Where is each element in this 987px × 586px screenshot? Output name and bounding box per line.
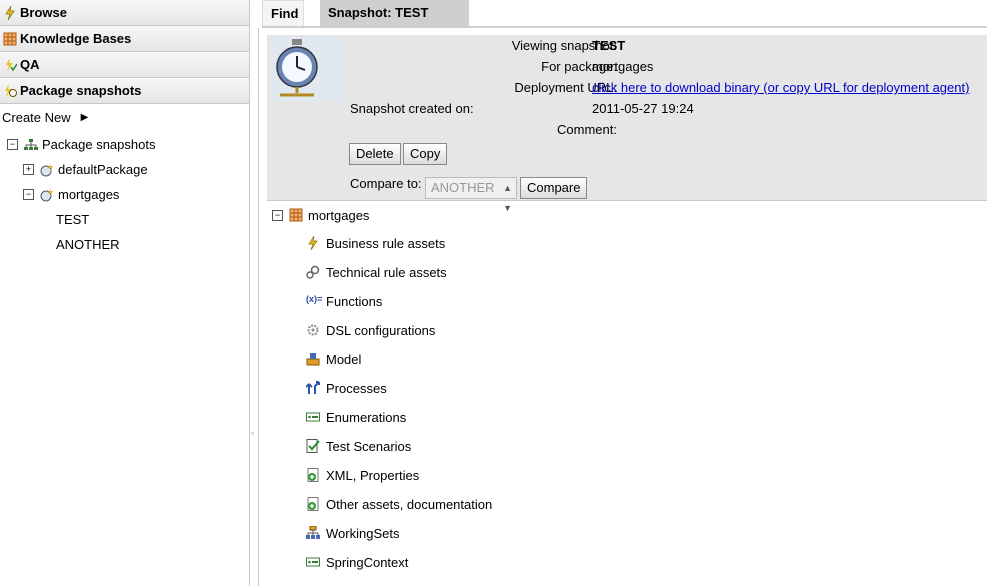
asset-label: DSL configurations [326, 322, 436, 338]
snapshot-icon [5, 83, 17, 97]
compare-select[interactable]: ANOTHER ▲ ▼ [425, 177, 517, 213]
tree-snapshot-label: ANOTHER [56, 237, 120, 252]
nav-package-snapshots-label: Package snapshots [20, 83, 142, 98]
process-icon [306, 381, 320, 394]
tab-bar: Find Snapshot: TEST [262, 0, 987, 28]
snapshot-tree: − Package snapshots + defaultPackage − m… [0, 132, 249, 257]
tree-package-mortgages[interactable]: − mortgages [0, 182, 249, 207]
created-on-label: Snapshot created on: [350, 101, 474, 116]
viewing-snapshot-value: TEST [592, 38, 626, 53]
for-package-value: mortgages [592, 59, 654, 74]
lightning-icon [308, 236, 318, 250]
asset-workingsets[interactable]: WorkingSets [306, 523, 399, 543]
asset-test-scenarios[interactable]: Test Scenarios [306, 436, 411, 456]
asset-label: Functions [326, 293, 383, 309]
nav-knowledge-bases[interactable]: Knowledge Bases [0, 26, 249, 52]
select-arrows-icon: ▲ ▼ [503, 183, 512, 213]
stopwatch-icon [272, 37, 344, 101]
tab-find[interactable]: Find [262, 0, 304, 26]
tree-snapshot-test[interactable]: TEST [0, 207, 249, 232]
nav-browse-label: Browse [20, 5, 67, 20]
menu-arrow-icon: ▶ [80, 111, 89, 123]
tree-package-default-label: defaultPackage [58, 162, 148, 177]
copy-button[interactable]: Copy [403, 143, 448, 165]
deployment-url-label: Deployment URL: [514, 80, 617, 95]
enumeration-icon [306, 557, 320, 567]
lightning-icon [5, 5, 15, 20]
create-new-label: Create New [2, 109, 71, 125]
asset-label: WorkingSets [326, 525, 400, 541]
collapse-icon[interactable]: − [23, 189, 34, 200]
asset-functions[interactable]: (x)= Functions [306, 291, 382, 311]
expand-icon[interactable]: + [23, 164, 34, 175]
asset-label: Technical rule assets [326, 264, 447, 280]
asset-enumerations[interactable]: Enumerations [306, 407, 406, 427]
for-package-label: For package: [541, 59, 617, 74]
checklist-icon [306, 439, 320, 453]
asset-technical-rules[interactable]: Technical rule assets [306, 262, 447, 282]
tree-package-default[interactable]: + defaultPackage [0, 157, 249, 182]
tree-snapshot-label: TEST [56, 212, 90, 227]
snapshot-content: Viewing snapshot: TEST For package: mort… [258, 28, 987, 586]
hierarchy-icon [306, 526, 320, 539]
asset-model[interactable]: Model [306, 349, 361, 369]
nav-package-snapshots[interactable]: Package snapshots [0, 78, 249, 104]
delete-button[interactable]: Delete [349, 143, 401, 165]
model-icon [306, 353, 320, 366]
splitter-handle-icon: ◦ [251, 428, 255, 438]
collapse-icon[interactable]: − [7, 139, 18, 150]
asset-package-label: mortgages [308, 207, 370, 223]
asset-label: Business rule assets [326, 235, 446, 251]
viewing-snapshot-label: Viewing snapshot: [511, 38, 617, 53]
asset-label: Model [326, 351, 362, 367]
qa-icon [6, 57, 17, 71]
asset-label: Processes [326, 380, 387, 396]
nav-qa[interactable]: QA [0, 52, 249, 78]
add-document-icon [307, 468, 319, 482]
asset-label: XML, Properties [326, 467, 420, 483]
asset-springcontext[interactable]: SpringContext [306, 552, 408, 572]
package-icon [289, 208, 303, 222]
nav-browse[interactable]: Browse [0, 0, 249, 26]
panel-splitter[interactable]: ◦ [250, 0, 258, 586]
created-on-value: 2011-05-27 19:24 [592, 101, 694, 116]
package-snapshot-icon [40, 162, 53, 176]
nav-qa-label: QA [20, 57, 40, 72]
snapshot-info-panel: Viewing snapshot: TEST For package: mort… [267, 35, 987, 213]
deployment-url-link[interactable]: click here to download binary (or copy U… [592, 80, 969, 95]
tree-root-label: Package snapshots [42, 137, 156, 152]
gear-icon [307, 324, 319, 336]
add-document-icon [307, 497, 319, 511]
asset-package-row[interactable]: − mortgages [272, 205, 369, 225]
tree-snapshot-another[interactable]: ANOTHER [0, 232, 249, 257]
function-icon: (x)= [306, 294, 323, 304]
asset-label: SpringContext [326, 554, 409, 570]
asset-business-rules[interactable]: Business rule assets [306, 233, 445, 253]
compare-to-label: Compare to: [350, 176, 422, 191]
comment-label: Comment: [557, 122, 617, 137]
asset-label: Test Scenarios [326, 438, 412, 454]
enumeration-icon [306, 412, 320, 422]
asset-dsl[interactable]: DSL configurations [306, 320, 435, 340]
collapse-icon[interactable]: − [272, 209, 283, 221]
asset-label: Enumerations [326, 409, 407, 425]
compare-select-value: ANOTHER [431, 180, 495, 195]
create-new-menu[interactable]: Create New ▶ [0, 104, 249, 130]
tab-snapshot[interactable]: Snapshot: TEST [320, 0, 469, 26]
tree-package-mortgages-label: mortgages [58, 187, 120, 202]
tree-root[interactable]: − Package snapshots [0, 132, 249, 157]
asset-processes[interactable]: Processes [306, 378, 387, 398]
package-icon [3, 32, 17, 45]
asset-xml-properties[interactable]: XML, Properties [306, 465, 419, 485]
nav-knowledge-bases-label: Knowledge Bases [20, 31, 132, 46]
package-snapshot-icon [40, 187, 53, 201]
gears-icon [306, 265, 320, 279]
asset-label: Other assets, documentation [326, 496, 493, 512]
compare-button[interactable]: Compare [520, 177, 588, 199]
asset-other[interactable]: Other assets, documentation [306, 494, 492, 514]
hierarchy-icon [24, 138, 38, 150]
left-panel: Browse Knowledge Bases QA Package snapsh… [0, 0, 250, 586]
